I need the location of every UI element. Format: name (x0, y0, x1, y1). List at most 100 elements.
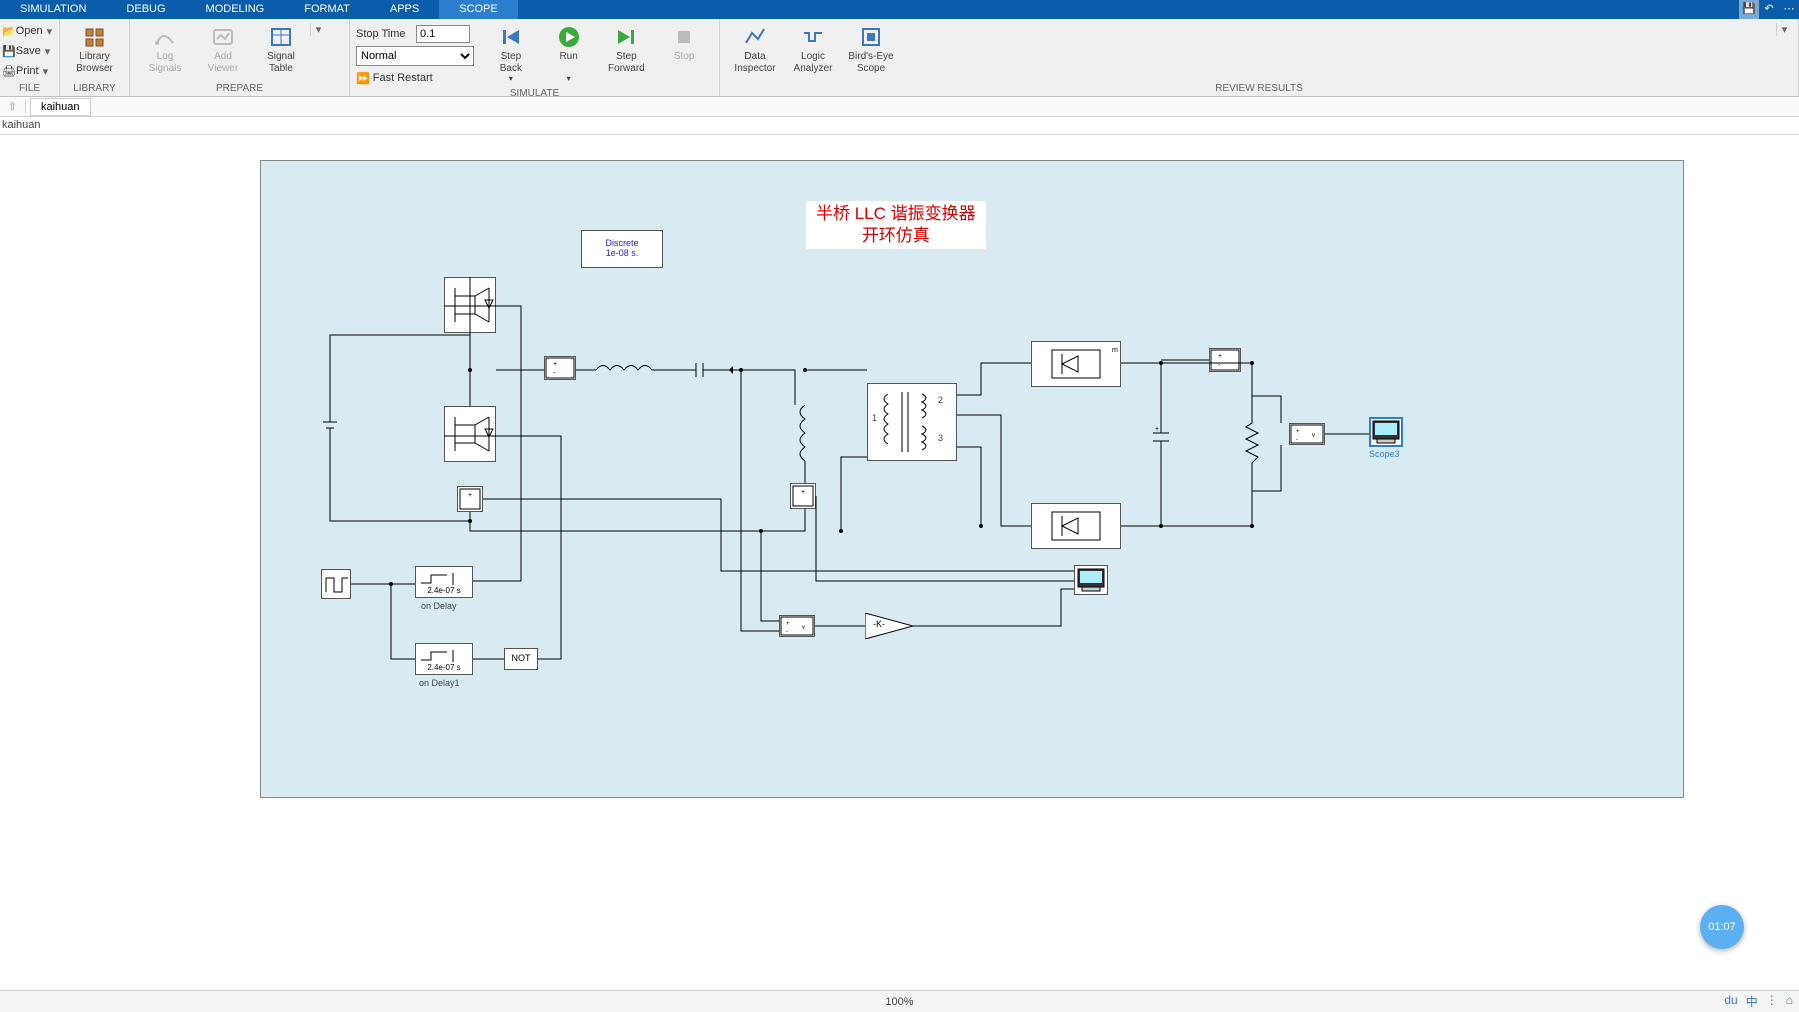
block-lm[interactable] (795, 405, 815, 461)
block-scope3[interactable] (1369, 417, 1403, 447)
block-controlled-port[interactable] (729, 361, 753, 379)
data-inspector-button[interactable]: Data Inspector (726, 23, 784, 74)
wires (261, 161, 1683, 797)
simulation-mode-select[interactable]: Normal (356, 46, 474, 66)
tab-format[interactable]: FORMAT (284, 0, 370, 19)
run-icon (557, 25, 581, 49)
birdseye-icon (859, 25, 883, 49)
nav-bar: ⇧ kaihuan (0, 97, 1799, 117)
svg-text:-: - (553, 370, 556, 377)
model-path: kaihuan (0, 117, 1799, 135)
block-scope[interactable] (1074, 565, 1108, 595)
diagram-area[interactable]: 半桥 LLC 谐振变换器开环仿真 Discrete 1e-08 s. + +- (260, 160, 1684, 798)
tab-apps[interactable]: APPS (370, 0, 439, 19)
table-icon (269, 25, 293, 49)
nav-up-icon[interactable]: ⇧ (0, 100, 26, 113)
tray-icon-2[interactable]: 中 (1746, 993, 1758, 1010)
xfmr-port-1: 1 (872, 414, 877, 424)
stop-time-input[interactable] (416, 25, 470, 43)
viewer-icon (211, 25, 235, 49)
block-diode-top[interactable]: m (1031, 341, 1121, 387)
group-review-label: REVIEW RESULTS (720, 83, 1798, 96)
add-viewer-button: Add Viewer (194, 23, 252, 74)
menu-tabstrip: SIMULATION DEBUG MODELING FORMAT APPS SC… (0, 0, 1799, 19)
tray-icon-3[interactable]: ⋮ (1766, 993, 1778, 1010)
block-vmeas-top[interactable]: +- (1209, 348, 1241, 372)
step-forward-icon (614, 25, 638, 49)
model-canvas[interactable]: 半桥 LLC 谐振变换器开环仿真 Discrete 1e-08 s. + +- (0, 135, 1799, 989)
step-forward-button[interactable]: Step Forward (598, 23, 656, 74)
tab-modeling[interactable]: MODELING (186, 0, 285, 19)
stop-time-row: Stop Time (356, 24, 474, 44)
block-current-sensor[interactable]: + (457, 486, 483, 512)
block-gain[interactable]: -K- (865, 613, 913, 639)
block-igbt-top[interactable] (444, 277, 496, 333)
fast-restart-icon: ⏩ (356, 72, 370, 85)
block-igbt-bottom[interactable] (444, 406, 496, 462)
tab-debug[interactable]: DEBUG (106, 0, 185, 19)
save-button[interactable]: 💾 Save▾ (2, 41, 54, 61)
block-not[interactable]: NOT (504, 648, 538, 670)
xfmr-port-3: 3 (938, 434, 943, 444)
status-bar: 100% (0, 990, 1799, 1012)
svg-text:-: - (786, 629, 788, 635)
block-powergui[interactable]: Discrete 1e-08 s. (581, 230, 663, 268)
svg-text:+: + (1218, 353, 1222, 360)
svg-text:v: v (1312, 433, 1315, 439)
block-dc-source[interactable] (323, 412, 337, 442)
svg-text:+: + (801, 489, 805, 496)
xfmr-port-2: 2 (938, 396, 943, 406)
zoom-level[interactable]: 100% (885, 996, 913, 1008)
block-on-delay[interactable]: 2.4e-07 s (415, 566, 473, 598)
run-button[interactable]: Run▾ (540, 23, 598, 83)
svg-text:m: m (1112, 347, 1118, 354)
stop-button: Stop (655, 23, 713, 63)
breadcrumb-item[interactable]: kaihuan (30, 98, 91, 116)
tab-scope[interactable]: SCOPE (439, 0, 518, 19)
svg-text:+: + (1155, 426, 1159, 433)
group-prepare-label: PREPARE (130, 83, 349, 96)
mode-row[interactable]: Normal (356, 46, 474, 66)
group-file-label: FILE (0, 83, 59, 96)
log-icon (153, 25, 177, 49)
svg-text:-: - (1218, 362, 1221, 369)
library-browser-button[interactable]: Library Browser (66, 23, 123, 74)
prepare-more-icon[interactable]: ▾ (310, 23, 326, 36)
group-simulate-label: SIMULATE (350, 88, 719, 101)
tray-icon-1[interactable]: du (1724, 993, 1737, 1010)
block-transformer[interactable]: 1 2 3 (867, 383, 957, 461)
step-back-button[interactable]: Step Back▾ (482, 23, 540, 83)
block-vmeas-out[interactable]: +-v (1289, 423, 1325, 445)
signal-table-button[interactable]: Signal Table (252, 23, 310, 74)
scope3-label: Scope3 (1369, 449, 1400, 459)
review-more-icon[interactable]: ▾ (1776, 23, 1792, 36)
logic-analyzer-button[interactable]: Logic Analyzer (784, 23, 842, 74)
block-inductor[interactable] (596, 361, 656, 379)
birdseye-scope-button[interactable]: Bird's-Eye Scope (842, 23, 900, 74)
svg-text:+: + (468, 492, 472, 499)
block-series-cap[interactable] (681, 361, 721, 379)
recording-timer-badge[interactable]: 01:07 (1700, 905, 1744, 949)
stop-time-label: Stop Time (356, 28, 416, 40)
inspector-icon (743, 25, 767, 49)
library-icon (83, 25, 107, 49)
on-delay-label: on Delay (421, 601, 457, 611)
tray-icon-4[interactable]: ⌂ (1786, 993, 1793, 1010)
block-vmeas-mid[interactable]: +-v (779, 615, 815, 637)
block-lm-sensor[interactable]: + (790, 483, 816, 509)
undo-icon[interactable]: ↶ (1759, 0, 1779, 19)
open-button[interactable]: 📂 Open▾ (2, 21, 56, 41)
block-output-cap[interactable]: + (1153, 411, 1169, 471)
block-load-resistor[interactable] (1244, 415, 1260, 471)
tab-simulation[interactable]: SIMULATION (0, 0, 106, 19)
block-diode-bottom[interactable] (1031, 503, 1121, 549)
log-signals-button: Log Signals (136, 23, 194, 74)
block-on-delay1[interactable]: 2.4e-07 s (415, 643, 473, 675)
print-button[interactable]: 🖨 Print▾ (2, 61, 52, 81)
block-pulse-gen[interactable] (321, 569, 351, 599)
block-vmeas-1[interactable]: +- (544, 356, 576, 380)
fast-restart-button[interactable]: ⏩ Fast Restart (356, 68, 474, 88)
save-quick-icon[interactable]: 💾 (1739, 0, 1759, 19)
more-icon[interactable]: ⋯ (1779, 0, 1799, 19)
svg-text:+: + (553, 361, 557, 368)
